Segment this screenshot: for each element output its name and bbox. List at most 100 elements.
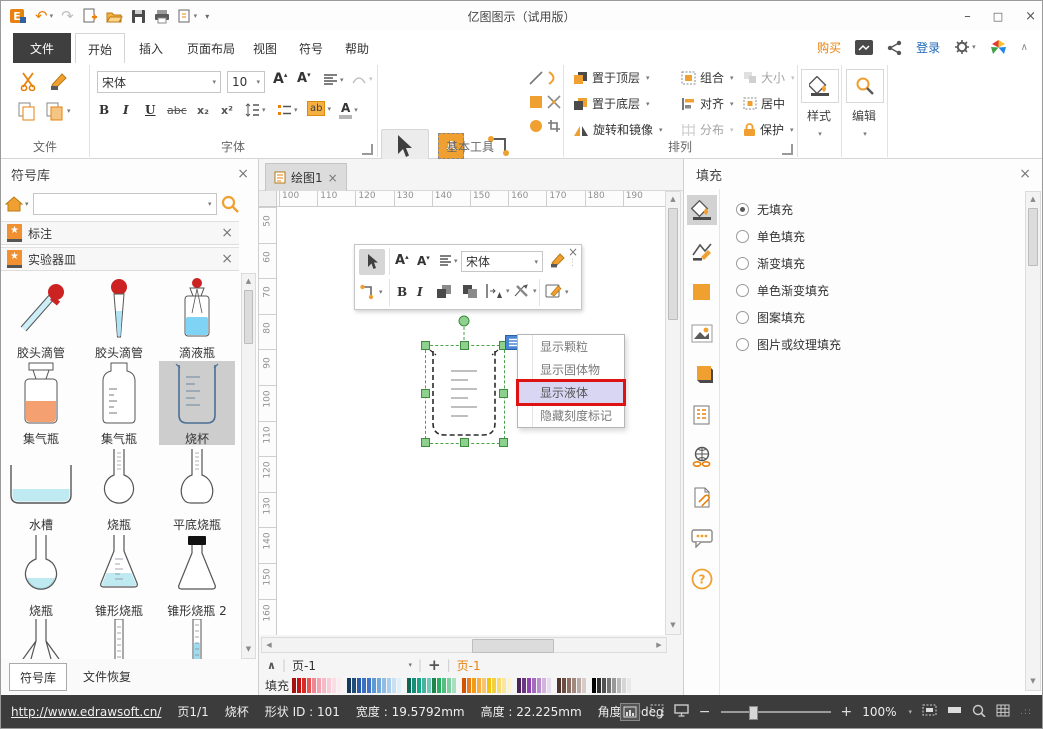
color-swatch[interactable] [607,678,611,693]
color-swatch[interactable] [352,678,356,693]
text-highlight-button[interactable]: ab▾ [307,101,331,116]
color-swatch[interactable] [527,678,531,693]
zoom-slider-thumb[interactable] [749,706,758,720]
color-swatch[interactable] [312,678,316,693]
float-tools-button[interactable]: ▾ [513,283,537,299]
color-swatch[interactable] [582,678,586,693]
strikethrough-button[interactable]: abc [167,104,187,117]
color-swatch[interactable] [357,678,361,693]
distribute-button[interactable]: 分布▾ [681,121,734,138]
color-swatch[interactable] [542,678,546,693]
fill-option-picture-texture[interactable]: 图片或纹理填充 [736,336,841,353]
symbol-conical-flask-capped[interactable]: 锥形烧瓶 2 [159,533,235,617]
color-swatch[interactable] [547,678,551,693]
send-back-button[interactable]: 置于底层▾ [573,95,650,112]
color-swatch[interactable] [602,678,606,693]
color-swatch[interactable] [497,678,501,693]
hyperlink-tab-icon[interactable] [687,441,717,471]
color-swatch[interactable] [292,678,296,693]
presentation-icon[interactable] [674,704,689,720]
edit-button[interactable] [846,69,884,103]
color-swatch[interactable] [422,678,426,693]
symbol-thermometer-partial[interactable] [81,619,157,659]
paste-button[interactable]: ▾ [45,101,71,121]
page-select[interactable]: 页-1▾ [292,657,412,674]
minimize-button[interactable]: – [964,9,971,24]
maximize-button[interactable]: □ [993,10,1003,23]
size-button[interactable]: 大小▾ [743,69,795,86]
shape-tab-icon[interactable] [687,277,717,307]
color-swatch[interactable] [437,678,441,693]
bullet-list-button[interactable]: ▾ [277,103,298,117]
document-tab[interactable]: 绘图1 × [265,163,347,191]
symbol-flask-round-liquid[interactable]: 烧瓶 [3,533,79,617]
library-section-labware[interactable]: ★ 实验器皿 × [1,247,239,271]
handle-se[interactable] [499,438,508,447]
color-swatch[interactable] [337,678,341,693]
comment-tab-icon[interactable] [687,523,717,553]
handle-e[interactable] [499,389,508,398]
close-button[interactable]: × [1025,9,1036,24]
tab-file[interactable]: 文件 [13,33,71,63]
float-bold-button[interactable]: B [397,285,407,299]
font-size-select[interactable]: 10▾ [227,71,265,93]
library-section-callouts[interactable]: ★ 标注 × [1,221,239,245]
color-swatch[interactable] [322,678,326,693]
color-swatch[interactable] [392,678,396,693]
normal-view-icon[interactable] [620,703,640,721]
zoom-dropdown-icon[interactable]: ▾ [909,708,913,716]
zoom-area-icon[interactable] [972,704,986,720]
shadow-tab-icon[interactable] [687,359,717,389]
tab-home[interactable]: 开始 [75,33,125,64]
font-family-select[interactable]: 宋体▾ [97,71,221,93]
library-scrollbar[interactable]: ▲ ▼ [241,273,256,659]
symbol-funnel-partial[interactable] [3,619,79,659]
attachment-tab-icon[interactable] [687,482,717,512]
float-toolbar-close-icon[interactable]: × [568,245,578,259]
scroll-thumb[interactable] [668,208,678,320]
color-swatch[interactable] [502,678,506,693]
scroll-up-icon[interactable]: ▲ [242,274,255,288]
underline-button[interactable]: U [145,103,155,117]
align-button[interactable]: 对齐▾ [681,95,734,112]
symbol-flask-flat-bottom[interactable]: 平底烧瓶 [159,447,235,531]
float-italic-button[interactable]: I [417,285,423,299]
palette-strip[interactable] [292,678,637,693]
tab-close-icon[interactable]: × [328,171,338,185]
section-close-icon[interactable]: × [221,251,233,267]
scroll-down-icon[interactable]: ▼ [1026,674,1040,688]
symbol-dropper-vertical[interactable]: 胶头滴管 [81,275,157,359]
color-swatch[interactable] [452,678,456,693]
symbol-gas-bottle-liquid[interactable]: 集气瓶 [3,361,79,445]
color-swatch[interactable] [467,678,471,693]
subscript-button[interactable]: x₂ [197,104,209,117]
color-swatch[interactable] [537,678,541,693]
grow-font-button[interactable]: A▴ [273,71,287,87]
zoom-level[interactable]: 100% [862,705,896,719]
color-swatch[interactable] [572,678,576,693]
float-distribute-button[interactable]: ▾ [485,283,510,299]
canvas-vscrollbar[interactable]: ▲ ▼ [665,191,681,635]
settings-gear-icon[interactable]: ▾ [954,39,976,55]
center-button[interactable]: 居中 [743,95,785,112]
symbol-flask-round[interactable]: 烧瓶 [81,447,157,531]
bold-button[interactable]: B [99,103,109,117]
cross-tool-icon[interactable] [547,95,561,109]
section-close-icon[interactable]: × [221,225,233,241]
color-swatch[interactable] [442,678,446,693]
help-tab-icon[interactable]: ? [687,564,717,594]
color-swatch[interactable] [302,678,306,693]
font-dialog-launcher[interactable] [362,144,373,155]
bottom-tab-file-recovery[interactable]: 文件恢复 [73,663,141,689]
fill-option-pattern[interactable]: 图案填充 [736,309,805,326]
library-search-input[interactable]: ▾ [33,193,217,215]
fill-panel-close-icon[interactable]: × [1019,166,1031,182]
text-arc-button[interactable]: ▾ [351,72,373,85]
color-swatch[interactable] [562,678,566,693]
ellipse-tool-icon[interactable] [529,119,543,133]
color-swatch[interactable] [617,678,621,693]
scroll-down-icon[interactable]: ▼ [666,618,680,632]
tab-view[interactable]: 视图 [243,33,287,63]
cut-icon[interactable] [19,71,39,91]
color-swatch[interactable] [462,678,466,693]
